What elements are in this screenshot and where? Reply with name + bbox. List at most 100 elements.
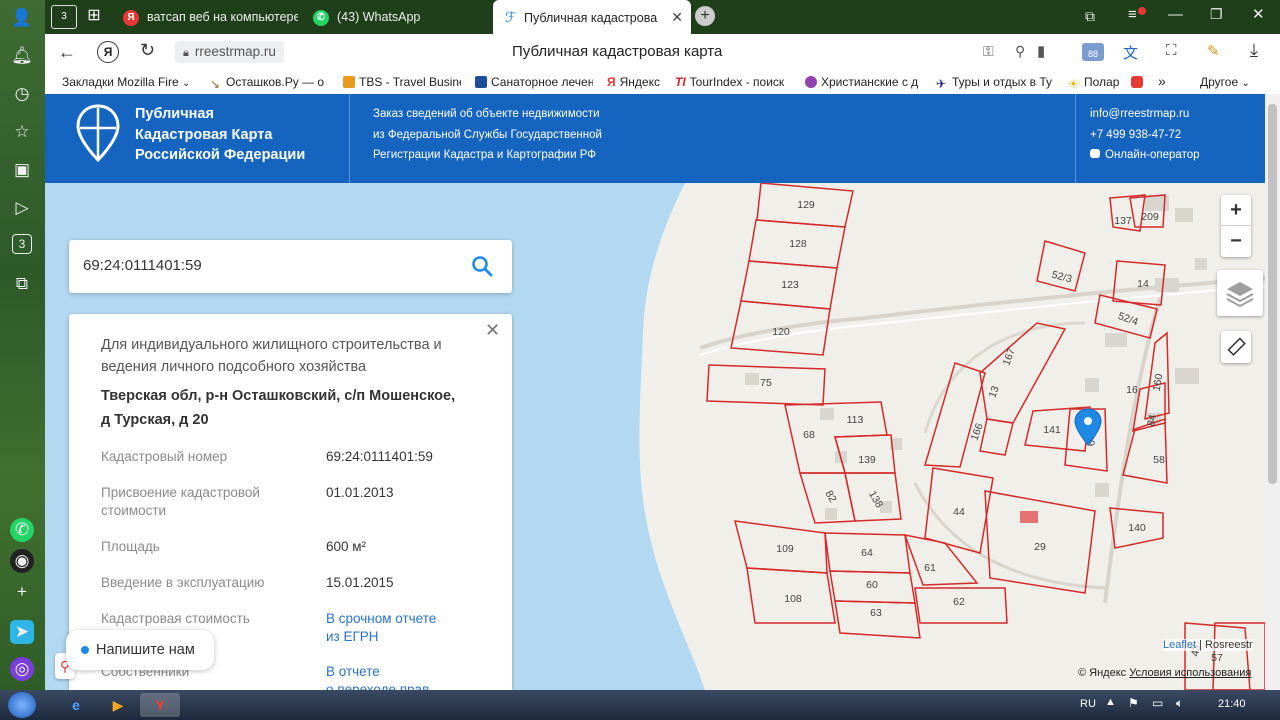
location-marker-icon[interactable] — [1074, 408, 1102, 446]
copy-icon[interactable]: ⧉ — [1085, 8, 1095, 25]
parcel-label: 68 — [803, 429, 815, 441]
tab-cadastral-map[interactable]: ℱ Публичная кадастрова ✕ — [493, 0, 691, 34]
bookmark-item[interactable]: Санаторное лечен — [475, 75, 593, 89]
send-icon[interactable]: ➤ — [10, 620, 34, 644]
ruler-button[interactable] — [1221, 331, 1251, 363]
bookmark-item[interactable]: ✈ Туры и отдых в Ту — [936, 75, 1056, 89]
bookmark-item[interactable]: Закладки Mozilla Fire ⌄ — [62, 75, 192, 89]
cadastral-value-link[interactable]: В срочном отчете из ЕГРН — [326, 610, 436, 646]
restore-icon[interactable]: ❐ — [1210, 6, 1223, 23]
translate-icon[interactable]: 文 — [1123, 42, 1138, 63]
chat-widget[interactable]: Напишите нам — [66, 630, 214, 670]
office-icon[interactable]: ⛶ — [1166, 42, 1177, 59]
link-line: из ЕГРН — [326, 629, 379, 644]
owners-link[interactable]: В отчете о переходе прав — [326, 663, 429, 690]
close-tab-icon[interactable]: ✕ — [671, 0, 683, 34]
zoom-out-button[interactable]: − — [1221, 226, 1251, 256]
tab-whatsapp[interactable]: ✆ (43) WhatsApp — [313, 4, 488, 30]
site-logo-text[interactable]: Публичная Кадастровая Карта Российской Ф… — [135, 104, 305, 166]
profile-icon[interactable]: 👤 — [10, 6, 34, 30]
battery-icon[interactable]: ▭ — [1152, 696, 1163, 710]
bookmark-item[interactable]: Христианские с д — [805, 75, 925, 89]
whatsapp-sidebar-icon[interactable]: ✆ — [10, 518, 34, 542]
site-description: Заказ сведений об объекте недвижимости и… — [373, 104, 602, 166]
tray-arrow-icon[interactable]: ▲ — [1105, 696, 1116, 708]
media-player-icon[interactable]: ▶ — [104, 693, 132, 717]
scrollbar-thumb[interactable] — [1268, 104, 1277, 484]
close-icon[interactable]: ✕ — [485, 320, 500, 341]
ruler-icon — [1227, 337, 1246, 356]
bookmark-item[interactable]: ↘ Осташков.Ру — о — [210, 75, 330, 89]
cadastral-map[interactable]: 129 128 123 120 75 113 68 139 138 82 166… — [45, 183, 1265, 690]
phone-link[interactable]: +7 499 938-47-72 — [1090, 125, 1200, 146]
close-window-icon[interactable]: ✕ — [1252, 5, 1265, 23]
more-bookmarks-icon[interactable]: » — [1158, 73, 1166, 89]
collections-icon[interactable]: ▣ — [10, 158, 34, 182]
yandex-terms-link[interactable]: Условия использования — [1129, 667, 1251, 679]
bell-icon[interactable]: 🔔︎ — [10, 44, 34, 68]
email-link[interactable]: info@rreestrmap.ru — [1090, 104, 1200, 125]
bookmark-icon[interactable]: ▮ — [1037, 42, 1045, 60]
cadastral-icon: ℱ — [505, 9, 517, 25]
minimize-icon[interactable]: — — [1168, 6, 1183, 23]
language-indicator[interactable]: RU — [1080, 698, 1096, 710]
bookmark-item[interactable] — [1131, 75, 1147, 89]
bookmark-label: Яндекс — [619, 75, 660, 89]
add-panel-icon[interactable]: + — [10, 580, 34, 604]
parcel-label: 108 — [784, 593, 802, 605]
ie-icon[interactable]: e — [62, 693, 90, 717]
search-icon[interactable] — [471, 255, 493, 277]
bookmark-item[interactable]: Я Яндекс — [607, 75, 667, 89]
new-tab-pin-icon[interactable]: ⊞ — [83, 5, 105, 27]
yandex-logo-icon[interactable]: Я — [97, 41, 119, 63]
other-bookmarks[interactable]: Другое ⌄ — [1200, 75, 1250, 89]
parcel-label: 137 — [1114, 215, 1132, 227]
new-tab-button[interactable]: + — [695, 6, 715, 26]
screenshot-icon[interactable]: ⧉ — [10, 272, 34, 296]
tab-count-icon[interactable]: 3 — [12, 234, 32, 254]
valuation-date-value: 01.01.2013 — [326, 485, 394, 500]
flag-icon[interactable]: ⚑ — [1128, 696, 1139, 710]
parcel-purpose: Для индивидуального жилищного строительс… — [101, 334, 442, 378]
header-divider — [1075, 94, 1076, 183]
tabs-overview-button[interactable]: 3 — [51, 5, 77, 29]
search-input[interactable]: 69:24:0111401:59 — [83, 257, 202, 274]
tourindex-icon: TI — [675, 75, 686, 89]
start-button-icon[interactable] — [8, 692, 36, 718]
volume-icon[interactable]: 🔈︎ — [1176, 696, 1183, 711]
notes-icon[interactable]: ✎ — [1207, 42, 1220, 60]
clock[interactable]: 21:40 — [1218, 698, 1246, 710]
parcel-label: 123 — [781, 279, 799, 291]
reload-icon[interactable]: ↻ — [140, 40, 155, 61]
bookmarks-star-icon[interactable]: ☆ — [10, 120, 34, 144]
location-icon[interactable]: ⚲ — [1015, 43, 1025, 60]
tbs-icon — [343, 76, 355, 88]
row-label: Кадастровый номер — [101, 449, 228, 464]
layers-button[interactable] — [1217, 270, 1263, 316]
page-scrollbar[interactable] — [1265, 94, 1280, 690]
url-pill[interactable]: 🔒︎ rreestrmap.ru — [175, 41, 284, 63]
sun-icon: ☀ — [1068, 77, 1079, 89]
play-icon[interactable]: ▷ — [10, 196, 34, 220]
alice-voice-icon[interactable]: ◎ — [10, 657, 34, 681]
parcel-label: 57 — [1211, 652, 1223, 664]
site-info-icon[interactable]: ⚿ — [983, 43, 994, 60]
address-bar: ← Я ↻ 🔒︎ rreestrmap.ru Публичная кадастро… — [45, 34, 1280, 72]
bookmark-item[interactable]: ☀ Полар — [1068, 75, 1138, 89]
tab-whatsapp-search[interactable]: Яватсап веб на компьютере — [123, 4, 298, 30]
back-icon[interactable]: ← — [58, 42, 76, 63]
menu-icon[interactable]: ≡ — [1128, 6, 1137, 23]
download-icon[interactable]: ⤓ — [1250, 40, 1258, 61]
yandex-browser-taskbar-icon[interactable]: Y — [140, 693, 180, 717]
parcel-label: 140 — [1128, 522, 1146, 534]
history-icon[interactable]: ◷ — [10, 82, 34, 106]
online-operator-link[interactable]: Онлайн-оператор — [1090, 145, 1200, 166]
leaflet-link[interactable]: Leaflet — [1163, 639, 1196, 651]
zoom-in-button[interactable]: + — [1221, 195, 1251, 226]
bookmarks-bar: Закладки Mozilla Fire ⌄ ↘ Осташков.Ру — о… — [45, 72, 1280, 95]
bookmark-item[interactable]: TBS - Travel Busine — [343, 75, 461, 89]
extension-88-icon[interactable]: 88 — [1082, 43, 1104, 61]
logo-shield-icon[interactable] — [75, 104, 121, 162]
alice-icon[interactable]: ◉ — [10, 549, 34, 573]
bookmark-item[interactable]: TI TourIndex - поиск — [675, 75, 795, 89]
